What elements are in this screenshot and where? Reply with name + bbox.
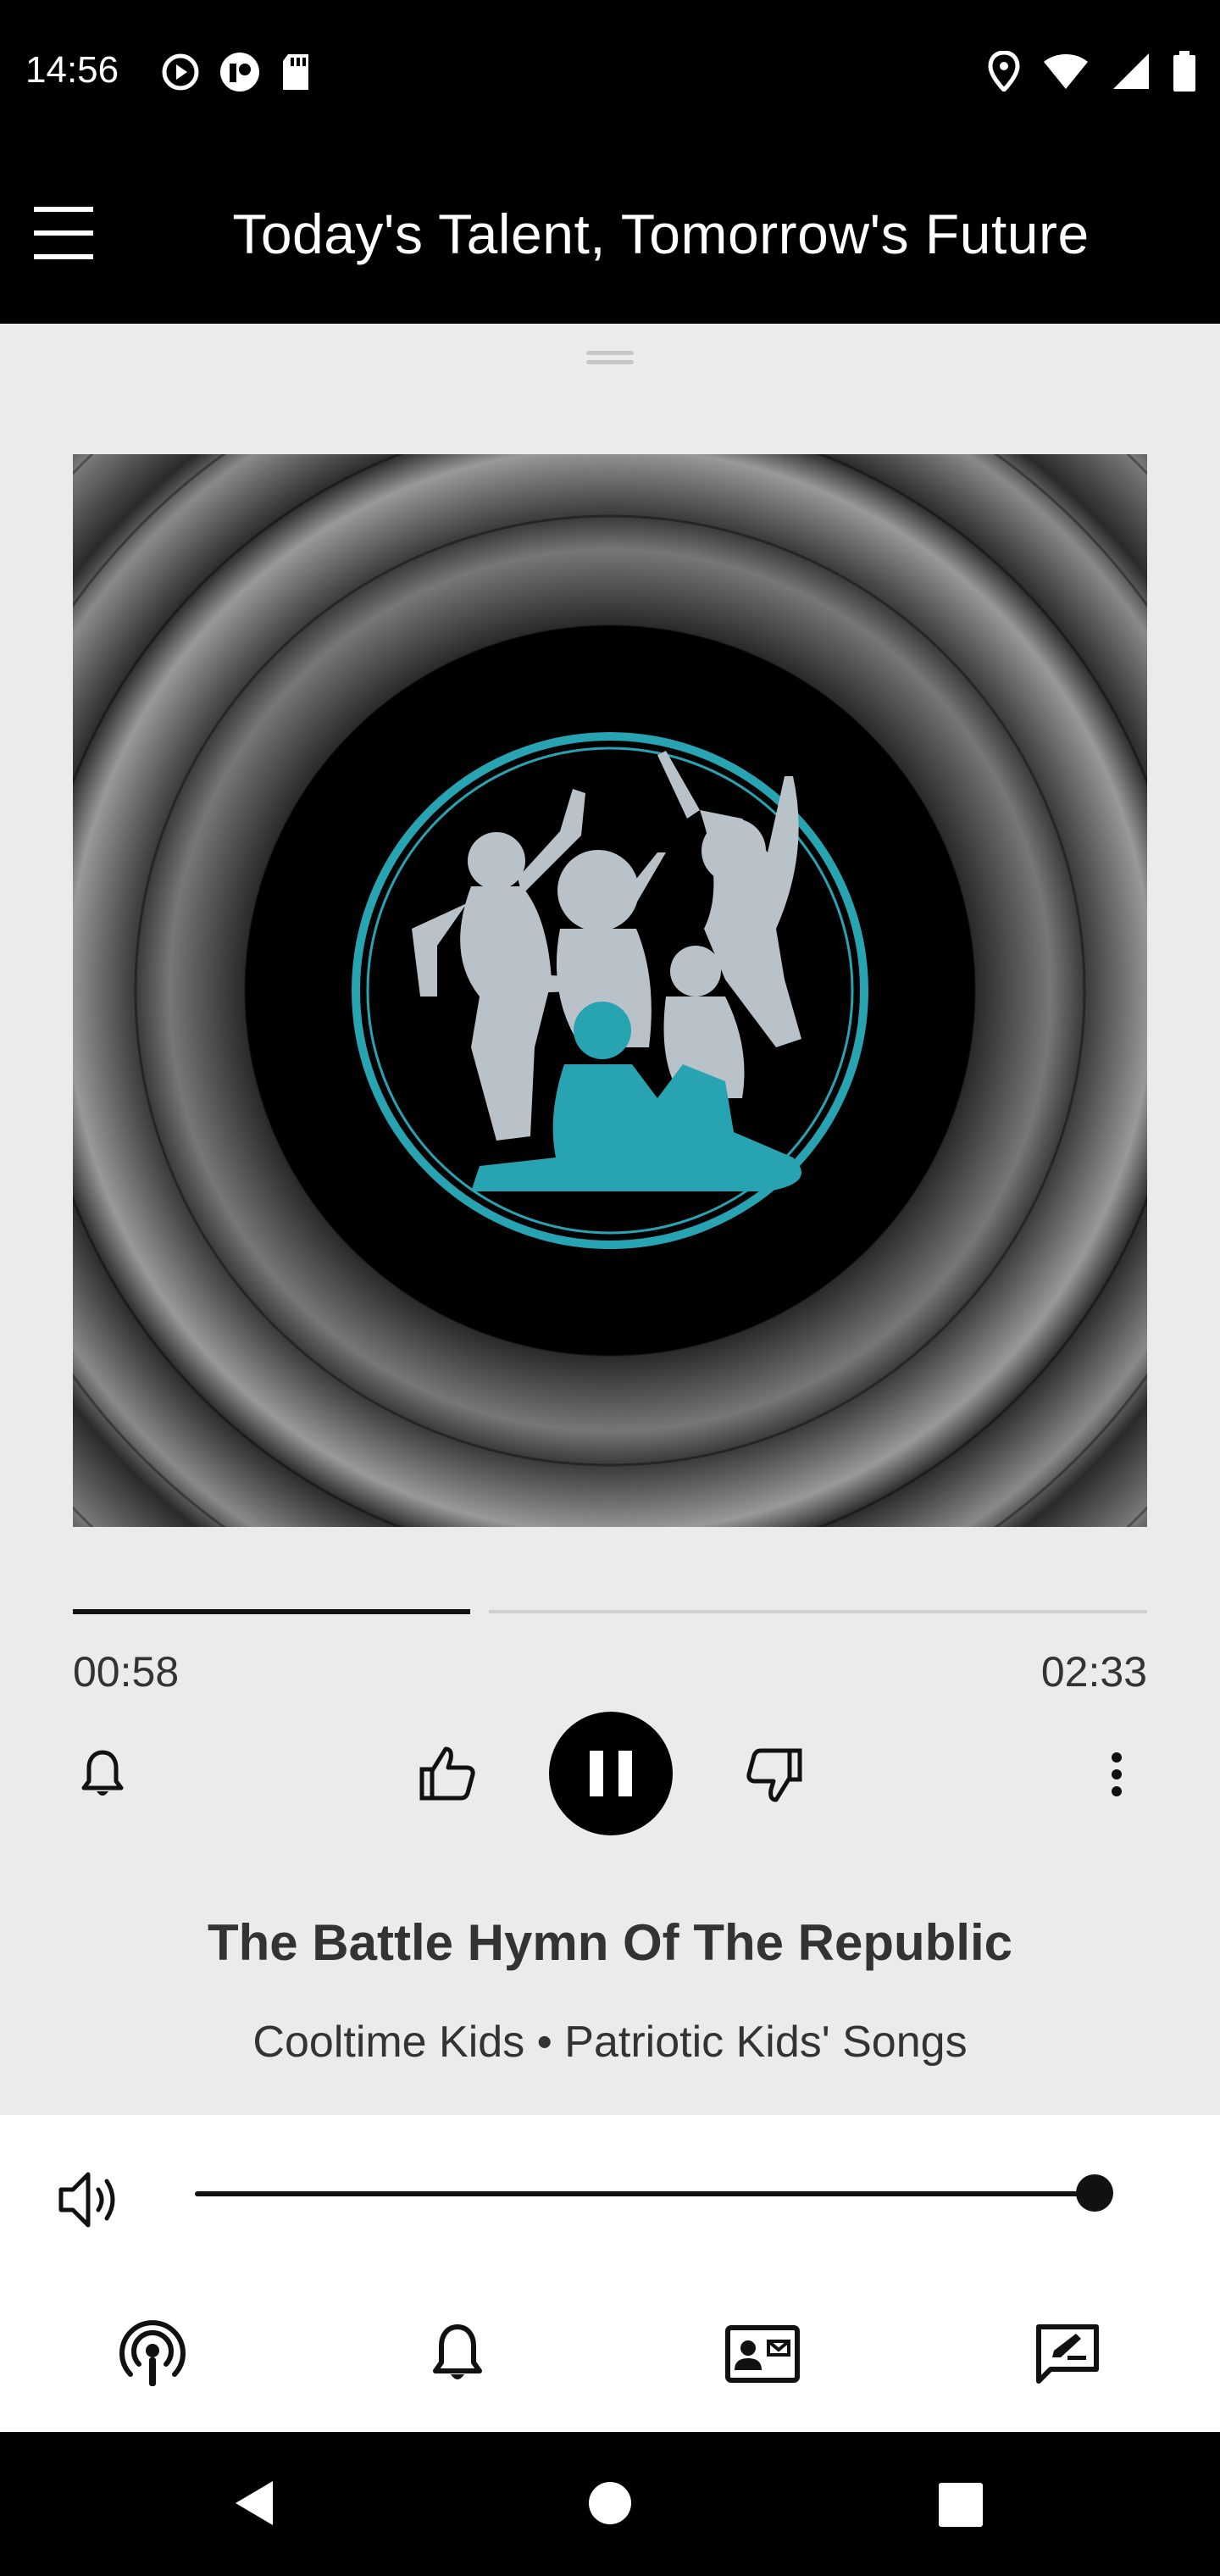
- track-artist-album: Cooltime Kids • Patriotic Kids' Songs: [252, 2018, 968, 2067]
- pause-icon-bar: [618, 1751, 632, 1796]
- volume-button[interactable]: [56, 2166, 120, 2234]
- contact-card-icon: [725, 2325, 800, 2383]
- elapsed-time: 00:58: [73, 1648, 180, 1696]
- podcast-icon: [119, 2320, 186, 2386]
- status-icons-right: [988, 51, 1196, 92]
- feedback-icon: [1036, 2324, 1099, 2384]
- wifi-icon: [1044, 54, 1088, 89]
- location-icon: [988, 51, 1020, 92]
- back-icon[interactable]: [230, 2478, 278, 2529]
- bottom-nav: [0, 2312, 1220, 2405]
- album-logo-graphic: [73, 454, 1147, 1527]
- sd-card-icon: [283, 54, 308, 90]
- status-bar: 14:56: [0, 0, 1220, 146]
- battery-icon: [1173, 51, 1195, 92]
- app-bar: Today's Talent, Tomorrow's Future: [0, 146, 1220, 324]
- recents-icon[interactable]: [939, 2483, 983, 2527]
- bottom-panel: [0, 2115, 1220, 2432]
- bell-icon: [81, 1750, 124, 1796]
- track-title: The Battle Hymn Of The Republic: [207, 1914, 1013, 1971]
- album-art: [73, 454, 1147, 1527]
- signal-icon: [1113, 53, 1149, 89]
- pause-button[interactable]: [549, 1712, 673, 1835]
- app-title: Today's Talent, Tomorrow's Future: [0, 202, 1220, 266]
- play-circle-icon: [162, 53, 199, 91]
- app-title-text: Today's Talent, Tomorrow's Future: [232, 203, 1090, 265]
- notification-app-icon: [220, 53, 259, 92]
- seek-bar-played: [73, 1609, 470, 1614]
- seek-bar[interactable]: [73, 1609, 1147, 1614]
- nav-tab-feedback[interactable]: [1025, 2312, 1110, 2396]
- drag-handle[interactable]: [586, 351, 634, 368]
- status-time: 14:56: [25, 49, 119, 91]
- volume-slider[interactable]: [195, 2191, 1113, 2196]
- system-nav-bar: [0, 2432, 1220, 2576]
- status-icons-left: [161, 51, 312, 93]
- alert-button[interactable]: [73, 1740, 132, 1808]
- home-icon[interactable]: [588, 2481, 632, 2525]
- pause-icon: [590, 1751, 603, 1796]
- nav-tab-podcast[interactable]: [110, 2312, 195, 2396]
- thumbs-up-icon: [419, 1746, 475, 1801]
- thumbs-down-icon: [746, 1748, 802, 1802]
- dislike-button[interactable]: [740, 1740, 808, 1812]
- nav-tab-contact[interactable]: [720, 2312, 805, 2396]
- seek-bar-remaining: [489, 1610, 1147, 1613]
- more-options-button[interactable]: [1101, 1740, 1132, 1808]
- volume-slider-thumb[interactable]: [1076, 2174, 1113, 2212]
- drag-handle-line: [586, 360, 634, 364]
- more-vertical-icon: [1112, 1752, 1122, 1796]
- total-duration: 02:33: [1040, 1648, 1147, 1696]
- volume-icon: [58, 2172, 115, 2228]
- like-button[interactable]: [413, 1737, 481, 1808]
- drag-handle-line: [586, 351, 634, 355]
- nav-tab-alerts[interactable]: [415, 2312, 500, 2396]
- bell-icon: [433, 2324, 482, 2379]
